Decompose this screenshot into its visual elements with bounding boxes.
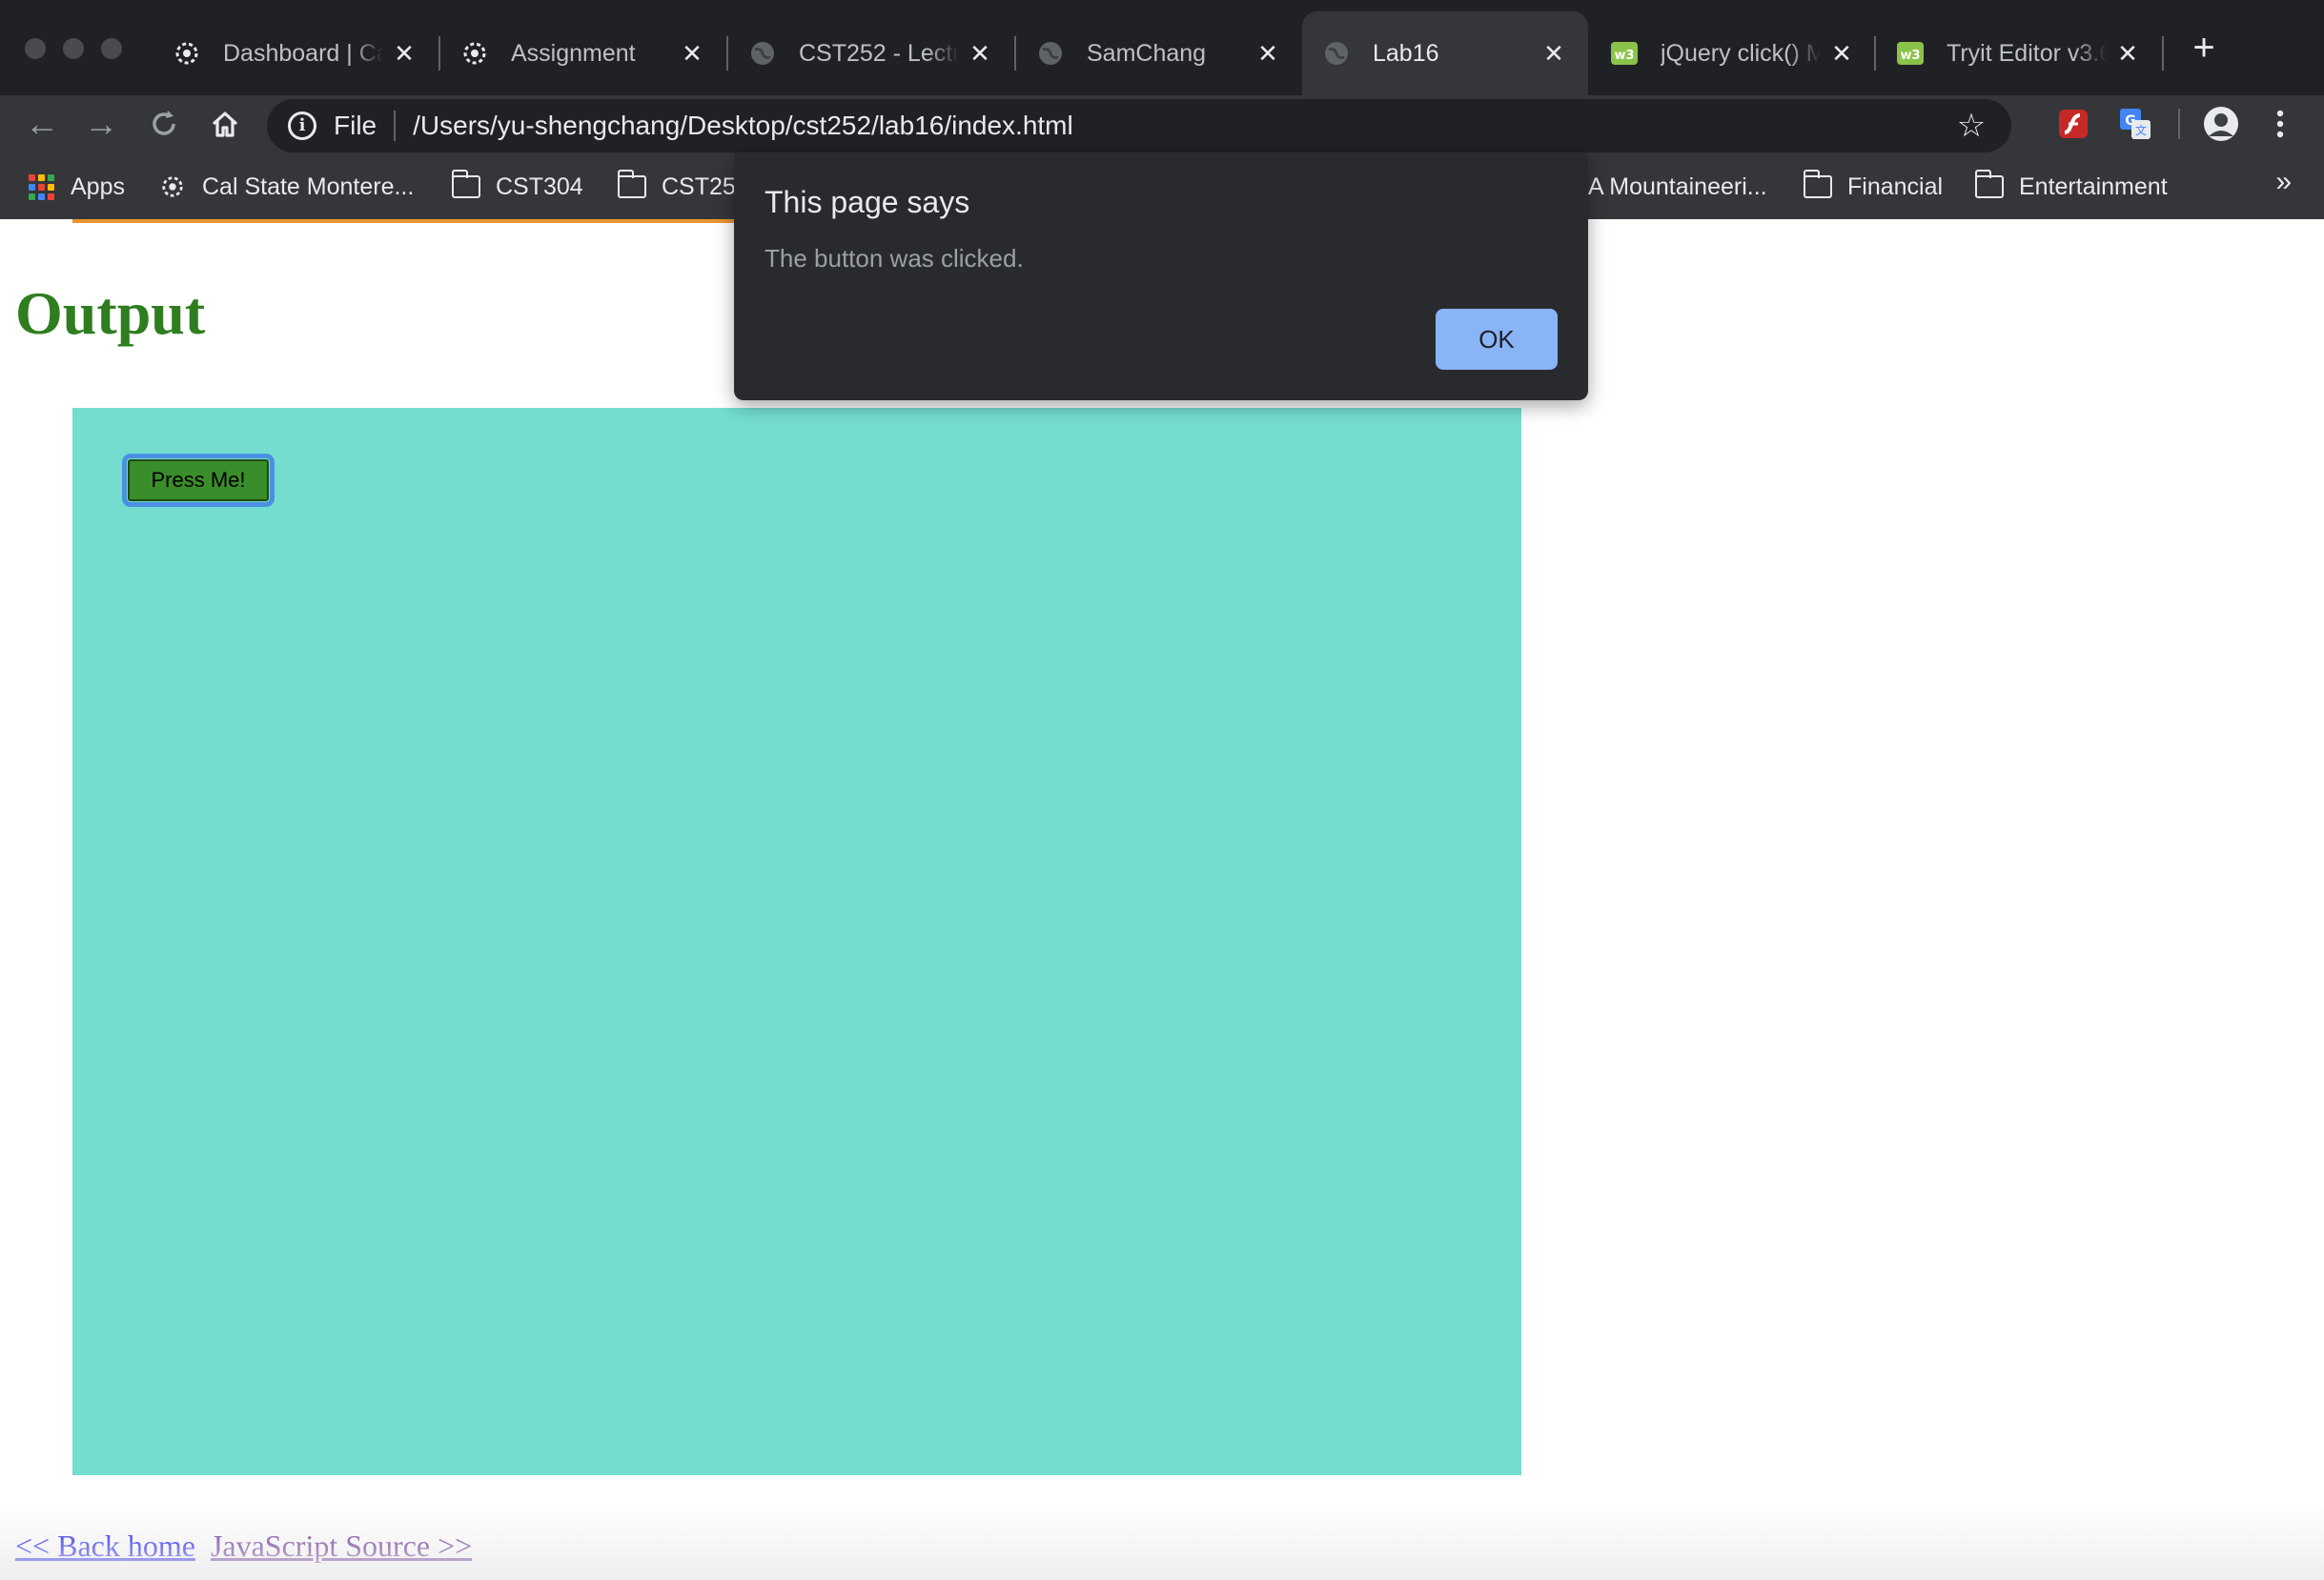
bookmark-folder-cst304[interactable]: CST304 bbox=[451, 170, 583, 204]
close-icon[interactable]: ✕ bbox=[1254, 39, 1281, 69]
tab-samchang[interactable]: SamChang ✕ bbox=[1016, 11, 1302, 95]
gear-favicon-icon bbox=[173, 40, 200, 67]
bookmark-cal-state-monterey[interactable]: Cal State Montere... bbox=[158, 170, 414, 204]
bookmark-label: Entertainment bbox=[2019, 172, 2168, 200]
bookmark-label: CST25 bbox=[662, 172, 736, 200]
profile-avatar-icon[interactable] bbox=[2202, 105, 2240, 143]
close-icon[interactable]: ✕ bbox=[967, 39, 993, 69]
svg-text:w3: w3 bbox=[1614, 49, 1634, 63]
dialog-title: This page says bbox=[764, 185, 970, 219]
window-zoom-control[interactable] bbox=[101, 38, 122, 59]
reload-icon[interactable] bbox=[141, 101, 187, 147]
bookmark-label: Cal State Montere... bbox=[202, 172, 415, 200]
window-minimize-control[interactable] bbox=[63, 38, 84, 59]
bookmarks-overflow-chevron-icon[interactable]: » bbox=[2275, 166, 2292, 198]
tab-dashboard[interactable]: Dashboard | Ca ✕ bbox=[153, 11, 438, 95]
close-icon[interactable]: ✕ bbox=[679, 39, 705, 69]
bookmark-folder-entertainment[interactable]: Entertainment bbox=[1974, 170, 2168, 204]
svg-text:w3: w3 bbox=[1900, 49, 1920, 63]
folder-icon bbox=[1803, 170, 1832, 199]
menu-kebab-icon[interactable] bbox=[2261, 105, 2299, 143]
address-divider bbox=[394, 111, 397, 141]
page-content: Output Press Me! << Back home JavaScript… bbox=[0, 219, 2324, 1580]
bookmark-folder-cst25[interactable]: CST25 bbox=[617, 170, 736, 204]
window-close-control[interactable] bbox=[25, 38, 46, 59]
accent-divider bbox=[72, 219, 816, 223]
address-bar[interactable]: i File /Users/yu-shengchang/Desktop/cst2… bbox=[267, 99, 2011, 152]
address-url[interactable]: /Users/yu-shengchang/Desktop/cst252/lab1… bbox=[413, 111, 1952, 141]
output-panel: Press Me! bbox=[72, 408, 1521, 1475]
tab-title: SamChang bbox=[1087, 39, 1207, 67]
bookmark-mountaineering[interactable]: A Mountaineeri... bbox=[1588, 170, 1767, 204]
javascript-source-link[interactable]: JavaScript Source >> bbox=[211, 1529, 472, 1563]
star-bookmark-icon[interactable]: ☆ bbox=[1952, 107, 1990, 145]
close-icon[interactable]: ✕ bbox=[2114, 39, 2141, 69]
bookmark-label: A Mountaineeri... bbox=[1588, 172, 1767, 200]
tab-tryit-editor[interactable]: w3 Tryit Editor v3.6 ✕ bbox=[1876, 11, 2162, 95]
folder-icon bbox=[1974, 170, 2004, 199]
flash-extension-icon[interactable] bbox=[2054, 105, 2092, 143]
tab-title: Tryit Editor v3.6 bbox=[1947, 39, 2107, 67]
gear-favicon-icon bbox=[158, 174, 187, 199]
tab-strip: Dashboard | Ca ✕ Assignment ✕ CST252 - L… bbox=[0, 0, 2324, 95]
tab-jquery-click[interactable]: w3 jQuery click() M ✕ bbox=[1590, 11, 1876, 95]
w3-icon: w3 bbox=[1897, 40, 1924, 67]
new-tab-button[interactable]: + bbox=[2185, 29, 2223, 67]
bookmark-label: CST304 bbox=[496, 172, 583, 200]
bookmark-apps[interactable]: Apps bbox=[27, 170, 125, 204]
close-icon[interactable]: ✕ bbox=[1540, 39, 1567, 69]
bookmark-folder-financial[interactable]: Financial bbox=[1803, 170, 1944, 204]
tab-assignment[interactable]: Assignment ✕ bbox=[440, 11, 726, 95]
close-icon[interactable]: ✕ bbox=[391, 39, 418, 69]
tab-title: Dashboard | Ca bbox=[223, 39, 383, 67]
globe-icon bbox=[1323, 40, 1350, 67]
folder-icon bbox=[617, 170, 646, 199]
press-me-button[interactable]: Press Me! bbox=[122, 454, 275, 507]
page-title: Output bbox=[15, 279, 206, 347]
browser-toolbar: ← → i File /Users/yu-shengchang/Desktop/… bbox=[0, 95, 2324, 152]
tab-lab16[interactable]: Lab16 ✕ bbox=[1302, 11, 1588, 95]
back-home-link[interactable]: << Back home bbox=[15, 1529, 195, 1563]
translate-extension-icon[interactable]: G文 bbox=[2116, 105, 2154, 143]
gear-favicon-icon bbox=[461, 40, 488, 67]
toolbar-divider bbox=[2178, 109, 2180, 139]
close-icon[interactable]: ✕ bbox=[1828, 39, 1855, 69]
w3-icon: w3 bbox=[1611, 40, 1638, 67]
page-nav-links: << Back home JavaScript Source >> bbox=[15, 1529, 472, 1564]
dialog-message: The button was clicked. bbox=[764, 244, 1024, 273]
tab-title: Assignment bbox=[511, 39, 636, 67]
svg-text:文: 文 bbox=[2135, 123, 2147, 137]
tab-title: jQuery click() M bbox=[1661, 39, 1821, 67]
forward-arrow-icon[interactable]: → bbox=[78, 101, 124, 147]
alert-dialog: This page says The button was clicked. O… bbox=[734, 152, 1588, 400]
address-scheme: File bbox=[334, 111, 377, 140]
tab-divider bbox=[2162, 36, 2164, 71]
tab-cst252-lecture[interactable]: CST252 - Lectu ✕ bbox=[728, 11, 1014, 95]
bookmark-label: Apps bbox=[71, 172, 125, 200]
bookmark-label: Financial bbox=[1847, 172, 1944, 200]
globe-icon bbox=[1037, 40, 1064, 67]
ok-button[interactable]: OK bbox=[1436, 309, 1558, 370]
globe-icon bbox=[749, 40, 776, 67]
folder-icon bbox=[451, 170, 480, 199]
apps-icon bbox=[27, 173, 55, 200]
tab-title: Lab16 bbox=[1373, 39, 1439, 67]
info-icon[interactable]: i bbox=[288, 111, 316, 140]
back-arrow-icon[interactable]: ← bbox=[19, 101, 65, 147]
tab-title: CST252 - Lectu bbox=[799, 39, 959, 67]
home-icon[interactable] bbox=[202, 101, 248, 147]
